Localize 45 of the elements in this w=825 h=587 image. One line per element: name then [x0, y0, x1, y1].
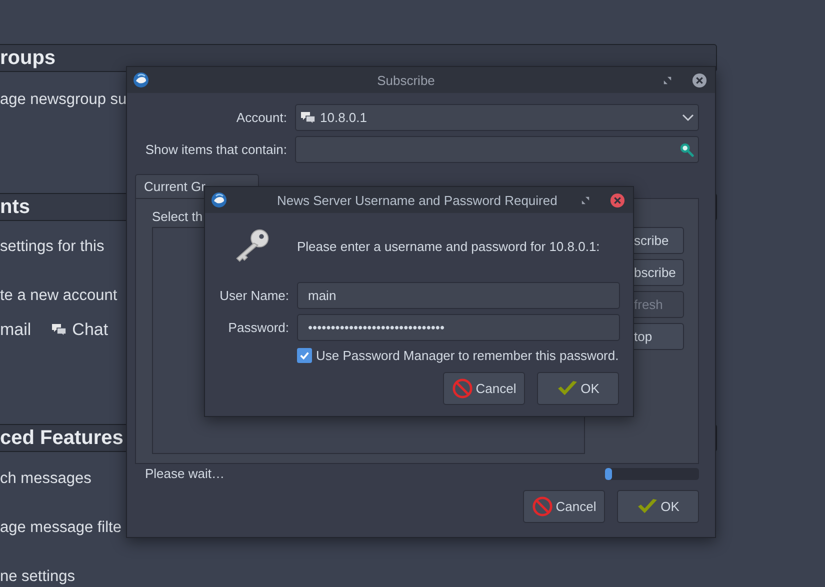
window-title: Subscribe — [376, 72, 436, 88]
cancel-icon — [532, 496, 553, 517]
ok-button[interactable]: OK — [617, 490, 699, 523]
field-label: User Name: — [218, 288, 289, 303]
field-label: Password: — [227, 320, 289, 335]
app-logo-icon — [211, 192, 227, 208]
chat-icon — [51, 323, 68, 337]
link-text[interactable]: ch messages — [0, 469, 92, 489]
link-text[interactable]: age newsgroup su — [0, 90, 127, 110]
cancel-icon — [452, 378, 473, 399]
account-dropdown[interactable]: 10.8.0.1 — [295, 104, 699, 131]
link-text[interactable]: ne settings — [0, 567, 75, 587]
instruction-text: Select th — [152, 209, 204, 224]
close-icon[interactable] — [692, 72, 707, 88]
restore-icon[interactable] — [581, 196, 590, 204]
link-text[interactable]: te a new account — [0, 286, 118, 306]
check-icon — [299, 350, 310, 361]
account-type-link[interactable]: mail — [0, 320, 32, 340]
link-text[interactable]: age message filte — [0, 518, 122, 538]
section-heading: ced Features — [0, 426, 124, 450]
close-icon[interactable] — [610, 192, 625, 208]
input-field[interactable]: •••••••••••••••••••••••••••••• — [297, 314, 620, 341]
cancel-button[interactable]: Cancel — [523, 490, 605, 523]
cancel-button[interactable]: Cancel — [443, 372, 525, 405]
status-text: Please wait… — [145, 466, 224, 481]
restore-icon[interactable] — [663, 76, 672, 84]
key-icon — [233, 227, 271, 265]
app-logo-icon — [133, 72, 149, 88]
field-label: Account: — [235, 110, 287, 125]
window-title: News Server Username and Password Required — [276, 192, 558, 208]
checkbox[interactable] — [297, 348, 312, 363]
search-field[interactable] — [295, 136, 699, 163]
checkmark-icon — [556, 380, 578, 397]
checkmark-icon — [636, 498, 658, 515]
field-label: Show items that contain: — [144, 142, 287, 157]
ok-button[interactable]: OK — [537, 372, 619, 405]
section-heading: nts — [0, 196, 30, 218]
link-text[interactable]: settings for this — [0, 237, 104, 257]
chat-icon — [300, 110, 316, 124]
input-field[interactable]: main — [297, 282, 620, 309]
checkbox-label[interactable]: Use Password Manager to remember this password. — [316, 348, 619, 363]
account-type-link[interactable]: Chat — [51, 320, 108, 340]
section-heading: roups — [0, 46, 56, 70]
search-icon — [679, 142, 694, 157]
chevron-down-icon — [682, 114, 694, 122]
